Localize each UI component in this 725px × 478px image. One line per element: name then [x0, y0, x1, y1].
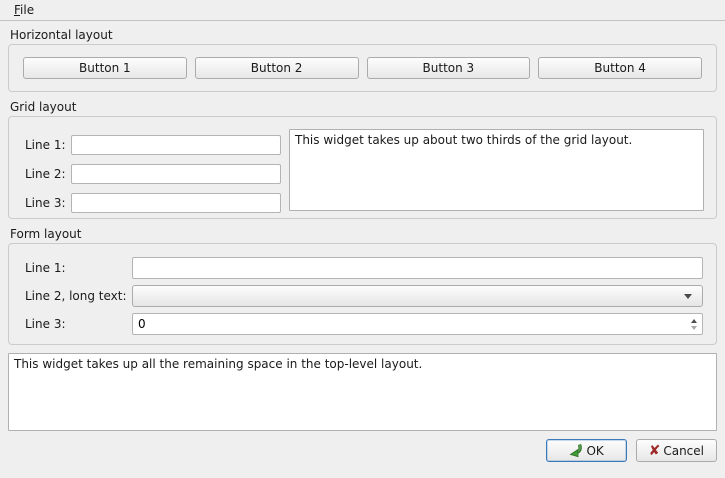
ok-button[interactable]: OK: [545, 439, 627, 462]
cancel-button[interactable]: ✘ Cancel: [635, 439, 717, 462]
basic-layouts-dialog: File Horizontal layout Button 1 Button 2…: [0, 0, 725, 478]
grid-row-1: Line 1:: [25, 135, 281, 155]
menubar: File: [0, 0, 725, 21]
spinbox-value-input[interactable]: [133, 314, 685, 334]
cancel-button-label: Cancel: [663, 443, 704, 458]
spinbox-buttons: [685, 314, 702, 334]
form-line-3-spinbox[interactable]: [132, 313, 703, 335]
grid-layout-frame: Line 1: Line 2: Line 3: This widget take…: [8, 116, 717, 219]
group-title-horizontal: Horizontal layout: [10, 28, 113, 42]
grid-left-column: Line 1: Line 2: Line 3:: [25, 129, 281, 213]
groupbox-horizontal-layout: Horizontal layout Button 1 Button 2 Butt…: [8, 28, 717, 92]
ok-button-label: OK: [586, 443, 604, 458]
button-3[interactable]: Button 3: [366, 57, 531, 79]
cancel-x-icon: ✘: [648, 442, 661, 459]
grid-line-2-label: Line 2:: [25, 167, 66, 181]
chevron-down-icon: [684, 293, 692, 299]
form-line-1-input[interactable]: [132, 257, 703, 279]
groupbox-form-layout: Form layout Line 1: Line 2, long text: L…: [8, 227, 717, 345]
form-line-2-combobox[interactable]: [132, 285, 703, 307]
form-row-3: Line 3:: [25, 313, 703, 335]
menu-file-rest: ile: [20, 3, 35, 17]
bottom-text-edit[interactable]: This widget takes up all the remaining s…: [8, 353, 717, 431]
dialog-content: Horizontal layout Button 1 Button 2 Butt…: [0, 21, 725, 478]
button-2[interactable]: Button 2: [194, 57, 359, 79]
grid-line-2-input[interactable]: [71, 164, 281, 184]
grid-line-1-label: Line 1:: [25, 138, 66, 152]
button-4[interactable]: Button 4: [538, 57, 702, 79]
group-title-grid: Grid layout: [10, 100, 77, 114]
groupbox-grid-layout: Grid layout Line 1: Line 2: Line 3: This…: [8, 100, 717, 219]
grid-row-2: Line 2:: [25, 164, 281, 184]
form-layout-frame: Line 1: Line 2, long text: Line 3:: [8, 243, 717, 345]
group-title-form: Form layout: [10, 227, 82, 241]
menu-file[interactable]: File: [10, 2, 38, 18]
spin-up-icon[interactable]: [690, 318, 697, 323]
form-line-2-label: Line 2, long text:: [25, 289, 127, 303]
form-line-1-label: Line 1:: [25, 261, 66, 275]
grid-text-edit[interactable]: This widget takes up about two thirds of…: [289, 129, 704, 211]
form-row-1: Line 1:: [25, 257, 703, 279]
form-row-2: Line 2, long text:: [25, 285, 703, 307]
spin-down-icon[interactable]: [690, 325, 697, 330]
button-1[interactable]: Button 1: [23, 57, 187, 79]
ok-apply-arrow-icon: [569, 443, 583, 458]
grid-row-3: Line 3:: [25, 193, 281, 213]
grid-line-1-input[interactable]: [71, 135, 281, 155]
horizontal-layout-frame: Button 1 Button 2 Button 3 Button 4: [8, 44, 717, 92]
grid-line-3-label: Line 3:: [25, 196, 66, 210]
form-line-3-label: Line 3:: [25, 317, 66, 331]
grid-line-3-input[interactable]: [71, 193, 281, 213]
dialog-button-box: OK ✘ Cancel: [8, 439, 717, 475]
